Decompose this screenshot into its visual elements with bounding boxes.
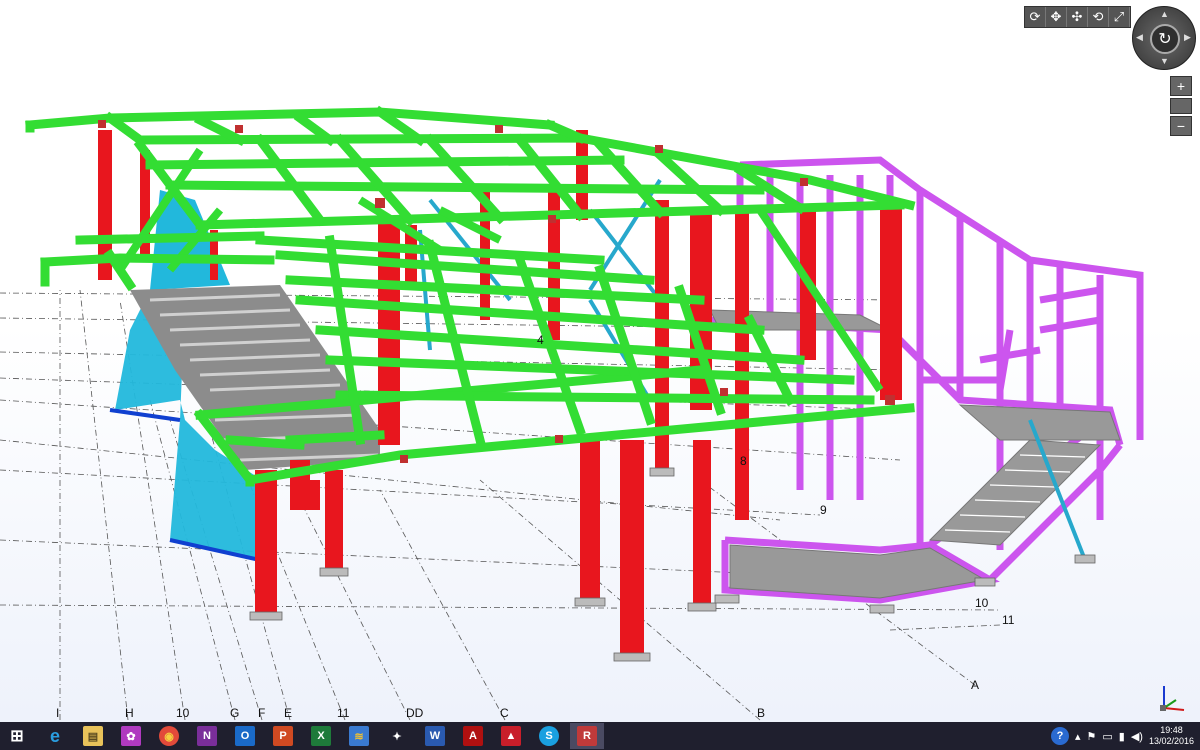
down-arrow-icon[interactable]: ▼ [1160,56,1169,66]
flag-icon[interactable]: ⚑ [1086,730,1096,743]
start-button[interactable]: ⊞ [0,723,34,749]
left-arrow-icon[interactable]: ◀ [1136,32,1143,43]
pan-icon[interactable]: ✥ [1046,7,1067,27]
taskbar-autodesk[interactable]: ▲ [494,723,528,749]
taskbar-file-explorer[interactable]: ▤ [76,723,110,749]
taskbar-acrobat[interactable]: A [456,723,490,749]
right-arrow-icon[interactable]: ▶ [1184,32,1191,43]
3d-viewport[interactable]: I H 10 G F E 11 DD C B 10 11 A 8 9 4 ⟳ ✥… [0,0,1200,722]
volume-icon[interactable]: ◀) [1131,730,1143,743]
layers-icon: ≋ [349,726,369,746]
taskbar-inkscape[interactable]: ✦ [380,723,414,749]
grid-label: C [500,706,509,720]
clock[interactable]: 19:48 13/02/2016 [1149,725,1194,747]
taskbar: ⊞ e ▤ ✿ ◉ N O P X ≋ ✦ W A ▲ S R ? ▴ ⚑ ▭ … [0,722,1200,750]
folder-icon: ▤ [83,726,103,746]
taskbar-powerpoint[interactable]: P [266,723,300,749]
orbit-icon[interactable]: ⟲ [1088,7,1109,27]
chrome-icon: ◉ [159,726,179,746]
skype-icon: S [539,726,559,746]
grid-label: I [56,706,60,720]
fit-view-icon[interactable]: ⤢ [1109,7,1130,27]
taskbar-excel[interactable]: X [304,723,338,749]
rotate-3d-icon[interactable]: ⟳ [1025,7,1046,27]
help-icon[interactable]: ? [1050,727,1069,745]
view-toolbar: ⟳ ✥ ✣ ⟲ ⤢ [1024,6,1131,28]
taskbar-internet-explorer[interactable]: e [38,723,72,749]
taskbar-robot-structural[interactable]: R [570,723,604,749]
grid-label: F [258,706,266,720]
photo-app-icon: ✿ [121,726,141,746]
structural-model[interactable] [0,0,1200,722]
grid-label: 4 [537,333,544,347]
grid-label: 8 [740,454,747,468]
grid-label: 10 [975,596,989,610]
onenote-icon: N [197,726,217,746]
pan-zoom-icon[interactable]: ✣ [1067,7,1088,27]
grid-label: 9 [820,503,827,517]
zoom-slider[interactable] [1170,98,1192,114]
robot-structural-icon: R [577,726,597,746]
up-arrow-icon[interactable]: ▲ [1160,9,1169,19]
battery-icon[interactable]: ▮ [1119,730,1125,743]
taskbar-skype[interactable]: S [532,723,566,749]
windows-logo-icon: ⊞ [10,728,24,745]
grid-label: H [125,706,134,720]
grid-label: 11 [1002,613,1015,627]
system-tray: ? ▴ ⚑ ▭ ▮ ◀) 19:48 13/02/2016 [1050,722,1194,750]
grid-label: 11 [337,706,350,720]
taskbar-layers-app[interactable]: ≋ [342,723,376,749]
autodesk-icon: ▲ [501,726,521,746]
excel-icon: X [311,726,331,746]
taskbar-chrome[interactable]: ◉ [152,723,186,749]
orbit-center-icon[interactable]: ↻ [1150,24,1180,54]
taskbar-photo-app[interactable]: ✿ [114,723,148,749]
taskbar-word[interactable]: W [418,723,452,749]
network-icon[interactable]: ▭ [1102,730,1112,743]
grid-label: A [971,678,980,692]
internet-explorer-icon: e [49,725,60,746]
clock-date: 13/02/2016 [1148,736,1194,746]
navigation-wheel[interactable]: ▲ ▼ ◀ ▶ ↻ [1132,6,1196,70]
grid-label: DD [406,706,424,720]
zoom-out-button[interactable]: − [1170,116,1192,136]
grid-label: E [284,706,293,720]
acrobat-icon: A [463,726,483,746]
powerpoint-icon: P [273,726,293,746]
chevron-up-icon[interactable]: ▴ [1075,730,1081,743]
grid-label: 10 [176,706,190,720]
grid-label: G [230,706,240,720]
word-icon: W [425,726,445,746]
grid-label: B [757,706,766,720]
zoom-controls: + − [1170,76,1192,138]
clock-time: 19:48 [1160,725,1183,735]
taskbar-outlook[interactable]: O [228,723,262,749]
inkscape-icon: ✦ [392,730,402,743]
zoom-in-button[interactable]: + [1170,76,1192,96]
axis-triad-icon [1160,686,1185,711]
taskbar-onenote[interactable]: N [190,723,224,749]
outlook-icon: O [235,726,255,746]
